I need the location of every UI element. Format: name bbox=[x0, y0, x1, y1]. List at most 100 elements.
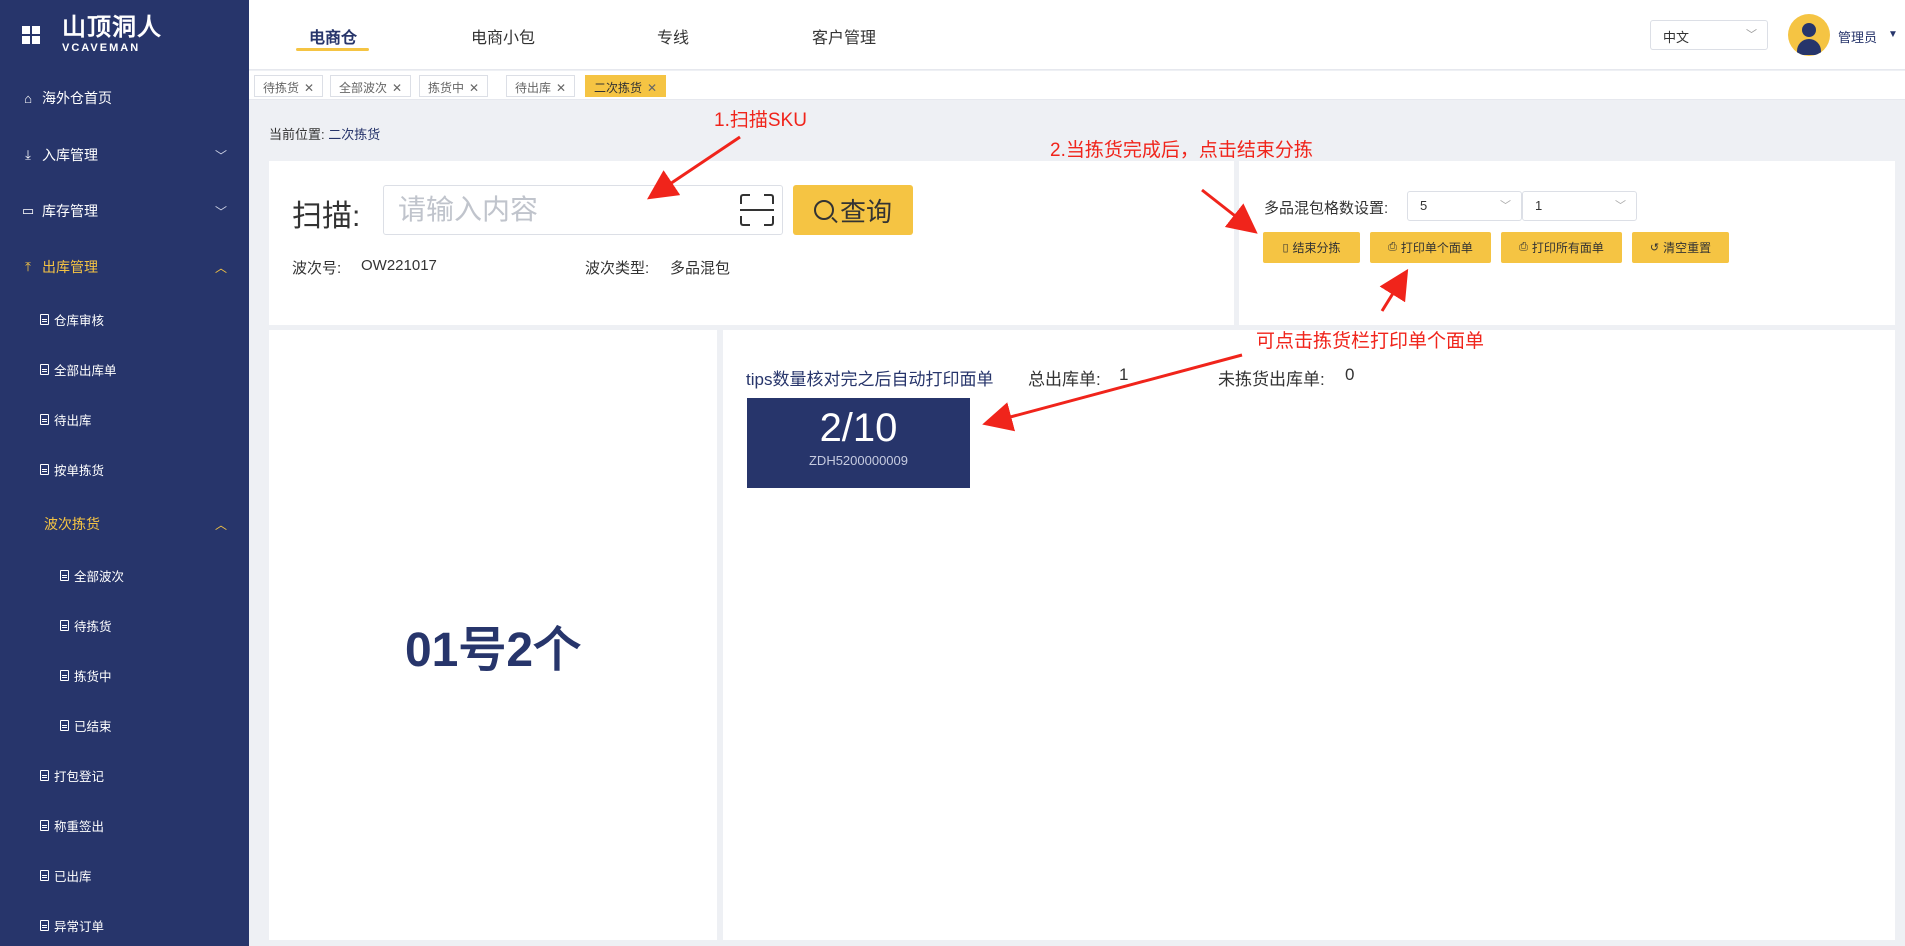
sidebar-item-exception-orders[interactable]: 异常订单 bbox=[0, 916, 249, 935]
sidebar-item-label: 海外仓首页 bbox=[42, 90, 112, 106]
clear-reset-label: 清空重置 bbox=[1663, 241, 1712, 255]
inbound-icon: ⤓ bbox=[25, 147, 31, 162]
grid-count-select-1[interactable]: 5 ﹀ bbox=[1407, 191, 1522, 221]
sidebar-item-inventory[interactable]: ▭ 库存管理 ﹀ bbox=[0, 201, 249, 221]
open-tab-picking[interactable]: 拣货中 ✕ bbox=[419, 75, 489, 97]
document-icon bbox=[60, 670, 69, 681]
open-tab-label: 待出库 bbox=[515, 81, 552, 95]
document-icon bbox=[40, 414, 49, 425]
open-tab-pending-outbound[interactable]: 待出库 ✕ bbox=[506, 75, 576, 97]
sidebar-item-finished[interactable]: 已结束 bbox=[0, 716, 249, 735]
sidebar-item-shipped[interactable]: 已出库 bbox=[0, 866, 249, 885]
caret-down-icon[interactable]: ▼ bbox=[1888, 29, 1898, 40]
open-tab-all-waves[interactable]: 全部波次 ✕ bbox=[330, 75, 412, 97]
close-icon[interactable]: ✕ bbox=[392, 81, 402, 95]
sidebar-item-all-outbound[interactable]: 全部出库单 bbox=[0, 360, 249, 379]
sidebar-item-home[interactable]: ⌂ 海外仓首页 bbox=[0, 88, 249, 108]
top-tab-dedicated-line[interactable]: 专线 bbox=[657, 24, 689, 48]
open-tab-label: 全部波次 bbox=[339, 81, 388, 95]
language-value: 中文 bbox=[1663, 30, 1690, 45]
clear-reset-button[interactable]: ↺ 清空重置 bbox=[1632, 232, 1729, 263]
annotation-scan-sku: 1.扫描SKU bbox=[714, 110, 807, 131]
sidebar-item-picking[interactable]: 拣货中 bbox=[0, 666, 249, 685]
pick-slot-card[interactable]: 2/10 ZDH5200000009 bbox=[747, 398, 970, 488]
query-button[interactable]: 查询 bbox=[793, 185, 913, 235]
sidebar-item-label: 打包登记 bbox=[54, 770, 105, 784]
close-icon[interactable]: ✕ bbox=[556, 81, 566, 95]
pick-progress: 2/10 bbox=[819, 406, 898, 450]
chevron-down-icon: ﹀ bbox=[1615, 200, 1626, 212]
sidebar: 山顶洞人 VCAVEMAN ⌂ 海外仓首页 ⤓ 入库管理 ﹀ ▭ 库存管理 ﹀ … bbox=[0, 0, 249, 946]
document-icon bbox=[40, 920, 49, 931]
outbound-icon: ⤒ bbox=[25, 259, 31, 274]
query-button-label: 查询 bbox=[839, 196, 892, 227]
sidebar-item-label: 已出库 bbox=[54, 870, 92, 884]
breadcrumb-prefix: 当前位置: bbox=[269, 127, 325, 142]
scan-input[interactable] bbox=[383, 185, 783, 235]
breadcrumb-current[interactable]: 二次拣货 bbox=[328, 127, 380, 142]
document-icon bbox=[40, 770, 49, 781]
print-all-labels-button[interactable]: ⎙ 打印所有面单 bbox=[1501, 232, 1622, 263]
sidebar-item-pack-register[interactable]: 打包登记 bbox=[0, 766, 249, 785]
wave-type-value: 多品混包 bbox=[670, 260, 731, 277]
open-tab-label: 拣货中 bbox=[428, 81, 465, 95]
top-tab-customer-management[interactable]: 客户管理 bbox=[812, 24, 876, 48]
print-single-label-button[interactable]: ⎙ 打印单个面单 bbox=[1370, 232, 1491, 263]
sidebar-item-label: 全部波次 bbox=[74, 570, 125, 584]
sidebar-item-inbound[interactable]: ⤓ 入库管理 ﹀ bbox=[0, 145, 249, 165]
wave-type-label: 波次类型: bbox=[585, 260, 650, 277]
tips-text: tips数量核对完之后自动打印面单 bbox=[746, 370, 994, 389]
top-tab-ecommerce-warehouse[interactable]: 电商仓 bbox=[309, 24, 357, 48]
reset-icon: ↺ bbox=[1649, 242, 1660, 254]
sidebar-item-wave-picking[interactable]: 波次拣货 ︿ bbox=[0, 514, 249, 534]
sidebar-item-label: 入库管理 bbox=[42, 147, 98, 163]
menu-grid-icon[interactable] bbox=[22, 26, 40, 44]
document-icon bbox=[60, 570, 69, 581]
end-sorting-button[interactable]: ▯ 结束分拣 bbox=[1263, 232, 1360, 263]
total-orders-value: 1 bbox=[1119, 365, 1129, 384]
chevron-down-icon: ﹀ bbox=[214, 204, 227, 219]
user-avatar[interactable] bbox=[1788, 14, 1830, 56]
sidebar-item-to-pick[interactable]: 待拣货 bbox=[0, 616, 249, 635]
sidebar-item-pending-outbound[interactable]: 待出库 bbox=[0, 410, 249, 429]
open-tabs-bar: 待拣货 ✕ 全部波次 ✕ 拣货中 ✕ 待出库 ✕ 二次拣货 ✕ bbox=[249, 71, 1905, 100]
sidebar-item-warehouse-review[interactable]: 仓库审核 bbox=[0, 310, 249, 329]
unpicked-orders-value: 0 bbox=[1345, 365, 1355, 384]
user-name[interactable]: 管理员 bbox=[1838, 27, 1877, 46]
unpicked-orders-label: 未拣货出库单: bbox=[1218, 370, 1325, 389]
sidebar-item-outbound[interactable]: ⤒ 出库管理 ︿ bbox=[0, 257, 249, 277]
wave-no-value: OW221017 bbox=[361, 257, 437, 274]
document-icon bbox=[40, 870, 49, 881]
close-icon[interactable]: ✕ bbox=[304, 81, 314, 95]
wave-no-label: 波次号: bbox=[292, 260, 342, 277]
sidebar-item-label: 仓库审核 bbox=[54, 314, 105, 328]
chevron-down-icon: ﹀ bbox=[1500, 200, 1511, 212]
scan-icon[interactable] bbox=[740, 194, 774, 226]
open-tab-to-pick[interactable]: 待拣货 ✕ bbox=[254, 75, 324, 97]
close-icon[interactable]: ✕ bbox=[647, 81, 657, 95]
chevron-up-icon: ︿ bbox=[214, 260, 227, 275]
grid-count-select-2[interactable]: 1 ﹀ bbox=[1522, 191, 1637, 221]
sidebar-item-label: 拣货中 bbox=[74, 670, 112, 684]
sidebar-item-label: 称重签出 bbox=[54, 820, 105, 834]
top-tab-ecommerce-parcel[interactable]: 电商小包 bbox=[471, 24, 535, 48]
sidebar-item-pick-by-order[interactable]: 按单拣货 bbox=[0, 460, 249, 479]
chevron-down-icon: ﹀ bbox=[214, 148, 227, 163]
total-orders-label: 总出库单: bbox=[1028, 370, 1101, 389]
printer-icon: ⎙ bbox=[1519, 241, 1528, 253]
sidebar-item-weigh-checkout[interactable]: 称重签出 bbox=[0, 816, 249, 835]
inventory-icon: ▭ bbox=[21, 203, 35, 218]
language-select[interactable]: 中文 ﹀ bbox=[1650, 20, 1768, 50]
sidebar-item-label: 按单拣货 bbox=[54, 464, 105, 478]
close-icon[interactable]: ✕ bbox=[469, 81, 479, 95]
breadcrumb: 当前位置: 二次拣货 bbox=[269, 124, 380, 143]
sidebar-item-label: 全部出库单 bbox=[54, 364, 117, 378]
search-icon bbox=[813, 200, 834, 220]
document-icon bbox=[40, 364, 49, 375]
logo[interactable]: 山顶洞人 VCAVEMAN bbox=[0, 0, 249, 70]
sidebar-item-label: 已结束 bbox=[74, 720, 112, 734]
select-value: 1 bbox=[1535, 198, 1543, 213]
open-tab-second-picking[interactable]: 二次拣货 ✕ bbox=[585, 75, 667, 97]
logo-en: VCAVEMAN bbox=[62, 42, 141, 54]
sidebar-item-all-waves[interactable]: 全部波次 bbox=[0, 566, 249, 585]
